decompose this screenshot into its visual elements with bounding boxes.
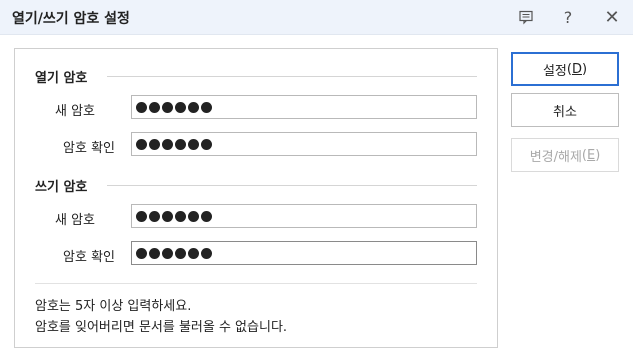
notes-divider <box>35 283 477 284</box>
write-confirm-password-label: 암호 확인 <box>63 250 115 265</box>
password-mask-dot <box>149 247 160 259</box>
password-mask-dot <box>188 101 199 113</box>
password-mask-dot <box>188 210 199 222</box>
password-mask-dot <box>149 101 160 113</box>
help-icon[interactable]: ? <box>557 6 579 28</box>
write-password-heading: 쓰기 암호 <box>35 180 88 195</box>
password-mask-dot <box>136 210 147 222</box>
password-mask-dot <box>201 247 212 259</box>
section-divider <box>107 76 477 77</box>
window-title: 열기/쓰기 암호 설정 <box>12 11 130 27</box>
note-min-length: 암호는 5자 이상 입력하세요. <box>35 299 192 314</box>
write-confirm-password-input[interactable] <box>131 241 477 265</box>
password-mask-dot <box>201 101 212 113</box>
password-mask-dot <box>175 138 186 150</box>
password-mask-dot <box>149 138 160 150</box>
password-mask-dot <box>162 101 173 113</box>
title-bar: 열기/쓰기 암호 설정 ? ✕ <box>0 0 633 35</box>
change-remove-button[interactable]: 변경/해제(E) <box>511 138 619 172</box>
password-mask-dot <box>188 247 199 259</box>
change-button-accesskey: E <box>587 147 596 163</box>
password-mask-dot <box>175 210 186 222</box>
password-mask-dot <box>162 247 173 259</box>
password-mask-dot <box>149 210 160 222</box>
write-new-password-input[interactable] <box>131 204 477 228</box>
cancel-button-label: 취소 <box>553 104 577 120</box>
set-button-label: 설정 <box>542 63 567 79</box>
comment-icon[interactable] <box>515 6 537 28</box>
set-button[interactable]: 설정(D) <box>511 52 619 86</box>
password-mask-dot <box>162 138 173 150</box>
section-divider <box>107 185 477 186</box>
set-button-accesskey: D <box>571 61 582 77</box>
open-new-password-input[interactable] <box>131 95 477 119</box>
change-button-label: 변경/해제 <box>529 149 582 165</box>
password-mask-dot <box>175 247 186 259</box>
password-mask-dot <box>162 210 173 222</box>
open-new-password-label: 새 암호 <box>54 104 95 119</box>
note-forget-warning: 암호를 잊어버리면 문서를 불러올 수 없습니다. <box>35 320 288 335</box>
password-mask-dot <box>188 138 199 150</box>
password-mask-dot <box>201 138 212 150</box>
open-confirm-password-label: 암호 확인 <box>63 141 115 156</box>
open-password-heading: 열기 암호 <box>35 71 88 86</box>
open-confirm-password-input[interactable] <box>131 132 477 156</box>
password-mask-dot <box>136 247 147 259</box>
password-mask-dot <box>201 210 212 222</box>
close-icon[interactable]: ✕ <box>601 6 623 28</box>
password-mask-dot <box>175 101 186 113</box>
cancel-button[interactable]: 취소 <box>511 93 619 127</box>
write-new-password-label: 새 암호 <box>54 213 95 228</box>
password-panel: 열기 암호 새 암호 암호 확인 쓰기 암호 새 암호 암호 확인 암호는 5자… <box>14 48 498 348</box>
password-mask-dot <box>136 101 147 113</box>
password-mask-dot <box>136 138 147 150</box>
